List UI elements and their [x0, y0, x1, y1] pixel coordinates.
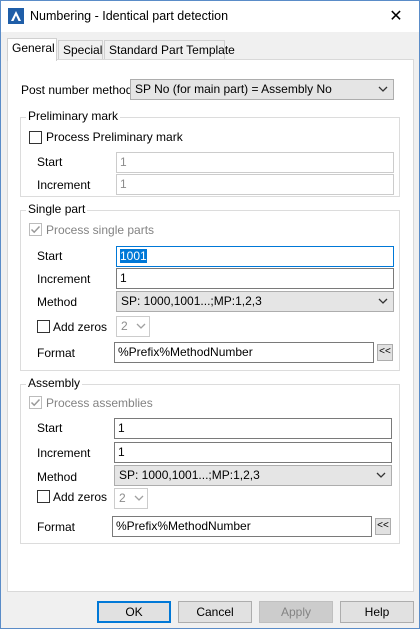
chevron-down-icon [136, 323, 146, 329]
single-method-label: Method [37, 295, 78, 309]
chevron-down-icon [378, 86, 388, 92]
single-add-zeros-label: Add zeros [53, 320, 108, 334]
general-tab-panel: Post number method SP No (for main part)… [7, 59, 414, 592]
cancel-button[interactable]: Cancel [178, 601, 252, 623]
assembly-add-zeros-checkbox[interactable] [37, 490, 50, 503]
assembly-increment-label: Increment [37, 446, 91, 460]
process-assemblies-label: Process assemblies [46, 396, 153, 410]
post-number-method-label: Post number method [21, 83, 133, 97]
app-icon [8, 8, 24, 24]
single-add-zeros-checkbox[interactable] [37, 320, 50, 333]
single-increment-label: Increment [37, 272, 91, 286]
single-format-input[interactable]: %Prefix%MethodNumber [114, 342, 374, 363]
chevron-down-icon [378, 298, 388, 304]
title-bar[interactable]: Numbering - Identical part detection ✕ [1, 1, 419, 32]
chevron-down-icon [376, 472, 386, 478]
process-preliminary-checkbox[interactable] [29, 131, 42, 144]
process-assemblies-checkbox[interactable] [29, 396, 42, 409]
preliminary-increment-label: Increment [37, 178, 91, 192]
assembly-method-value: SP: 1000,1001...;MP:1,2,3 [119, 468, 260, 482]
ok-button[interactable]: OK [97, 601, 171, 623]
single-format-insert-button[interactable]: << [377, 344, 393, 361]
checkmark-icon [30, 225, 41, 234]
assembly-increment-input[interactable]: 1 [114, 442, 392, 463]
chevron-down-icon [134, 495, 144, 501]
window-title: Numbering - Identical part detection [30, 9, 229, 23]
assembly-start-input[interactable]: 1 [114, 418, 392, 439]
preliminary-start-label: Start [37, 155, 63, 169]
process-preliminary-label: Process Preliminary mark [46, 130, 183, 144]
assembly-zeros-value: 2 [119, 491, 126, 505]
assembly-format-insert-button[interactable]: << [375, 518, 391, 535]
assembly-title: Assembly [26, 376, 83, 390]
process-single-parts-label: Process single parts [46, 223, 155, 237]
assembly-format-input[interactable]: %Prefix%MethodNumber [112, 516, 372, 537]
tab-general[interactable]: General [7, 38, 57, 61]
post-number-method-dropdown[interactable]: SP No (for main part) = Assembly No [130, 79, 394, 100]
single-start-input[interactable]: 1001 [116, 246, 394, 267]
preliminary-mark-title: Preliminary mark [26, 109, 121, 123]
checkmark-icon [30, 398, 41, 407]
dialog-window: Numbering - Identical part detection ✕ G… [0, 0, 420, 629]
assembly-method-label: Method [37, 470, 78, 484]
assembly-zeros-dropdown[interactable]: 2 [114, 488, 148, 509]
apply-button[interactable]: Apply [259, 601, 333, 623]
single-method-dropdown[interactable]: SP: 1000,1001...;MP:1,2,3 [116, 291, 394, 312]
assembly-method-dropdown[interactable]: SP: 1000,1001...;MP:1,2,3 [114, 465, 392, 486]
help-button[interactable]: Help [340, 601, 414, 623]
single-increment-input[interactable]: 1 [116, 268, 394, 289]
tab-special[interactable]: Special [58, 40, 103, 60]
assembly-start-label: Start [37, 421, 63, 435]
preliminary-increment-input[interactable]: 1 [116, 174, 394, 195]
process-single-parts-checkbox[interactable] [29, 223, 42, 236]
close-icon: ✕ [389, 8, 403, 25]
close-button[interactable]: ✕ [373, 1, 419, 32]
single-zeros-value: 2 [121, 319, 128, 333]
preliminary-start-input[interactable]: 1 [116, 152, 394, 173]
assembly-format-label: Format [37, 520, 76, 534]
single-zeros-dropdown[interactable]: 2 [116, 316, 150, 337]
post-number-method-value: SP No (for main part) = Assembly No [135, 82, 332, 96]
tab-standard-part-template[interactable]: Standard Part Template [104, 40, 235, 60]
single-method-value: SP: 1000,1001...;MP:1,2,3 [121, 294, 262, 308]
single-format-label: Format [37, 346, 76, 360]
assembly-add-zeros-label: Add zeros [53, 490, 108, 504]
single-start-label: Start [37, 249, 63, 263]
single-start-value: 1001 [120, 249, 147, 263]
single-part-title: Single part [26, 202, 88, 216]
